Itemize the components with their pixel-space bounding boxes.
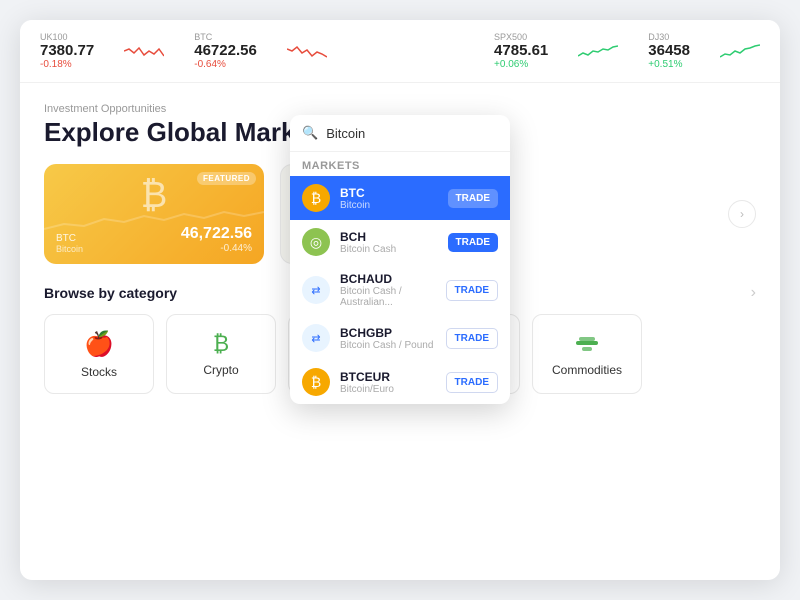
category-stocks[interactable]: 🍎 Stocks bbox=[44, 314, 154, 394]
btc-featured-badge: FEATURED bbox=[197, 172, 256, 185]
ticker-value-uk100: 7380.77 bbox=[40, 42, 94, 59]
bch-market-info: BCH Bitcoin Cash bbox=[340, 230, 438, 255]
ticker-label-spx: SPX500 bbox=[494, 32, 548, 42]
bchaud-market-subname: Bitcoin Cash / Australian... bbox=[340, 286, 436, 308]
ticker-item-spx: SPX500 4785.61 +0.06% bbox=[494, 32, 548, 70]
btceur-market-info: BTCEUR Bitcoin/Euro bbox=[340, 370, 436, 395]
btc-card-fullname: Bitcoin bbox=[56, 244, 83, 254]
ticker-item-btc: BTC 46722.56 -0.64% bbox=[194, 32, 257, 70]
bch-market-icon: ◎ bbox=[302, 228, 330, 256]
btc-card[interactable]: FEATURED ₿ BTC Bitcoin 46,722.56 -0.44% bbox=[44, 164, 264, 264]
ticker-change-dj30: +0.51% bbox=[648, 59, 690, 70]
btceur-market-name: BTCEUR bbox=[340, 370, 436, 384]
bchaud-market-info: BCHAUD Bitcoin Cash / Australian... bbox=[340, 272, 436, 308]
bchaud-market-name: BCHAUD bbox=[340, 272, 436, 286]
spx-chart bbox=[578, 41, 618, 61]
ticker-value-btc: 46722.56 bbox=[194, 42, 257, 59]
category-crypto[interactable]: ₿ Crypto bbox=[166, 314, 276, 394]
market-item-bchaud[interactable]: ⇄ BCHAUD Bitcoin Cash / Australian... TR… bbox=[290, 264, 510, 316]
btc-card-info: BTC Bitcoin bbox=[56, 233, 83, 254]
btc-trade-button[interactable]: TRADE bbox=[448, 189, 498, 208]
bchgbp-market-info: BCHGBP Bitcoin Cash / Pound bbox=[340, 326, 436, 351]
btc-market-name: BTC bbox=[340, 186, 438, 200]
app-container: UK100 7380.77 -0.18% BTC 46722.56 -0.64%… bbox=[20, 20, 780, 580]
ticker-change-spx: +0.06% bbox=[494, 59, 548, 70]
search-overlay: 🔍 ✕ Markets ₿ BTC Bitcoin TRADE ◎ BCH Bi… bbox=[290, 115, 510, 404]
ticker-item-dj30: DJ30 36458 +0.51% bbox=[648, 32, 690, 70]
ticker-item-uk100: UK100 7380.77 -0.18% bbox=[40, 32, 94, 70]
browse-title: Browse by category bbox=[44, 285, 177, 301]
search-bar: 🔍 ✕ bbox=[290, 115, 510, 152]
commodities-icon bbox=[574, 331, 600, 357]
commodities-label: Commodities bbox=[552, 363, 622, 377]
bchgbp-market-icon: ⇄ bbox=[302, 324, 330, 352]
ticker-label-dj30: DJ30 bbox=[648, 32, 690, 42]
bchaud-market-icon: ⇄ bbox=[302, 276, 330, 304]
stocks-icon: 🍎 bbox=[84, 330, 114, 359]
browse-arrow-icon[interactable]: › bbox=[751, 284, 756, 302]
market-item-btceur[interactable]: ₿ BTCEUR Bitcoin/Euro TRADE bbox=[290, 360, 510, 404]
bch-market-name: BCH bbox=[340, 230, 438, 244]
btc-chart bbox=[287, 41, 327, 61]
dj30-chart bbox=[720, 41, 760, 61]
bch-trade-button[interactable]: TRADE bbox=[448, 233, 498, 252]
cards-nav-arrow[interactable]: › bbox=[728, 164, 756, 264]
bchgbp-market-name: BCHGBP bbox=[340, 326, 436, 340]
bchgbp-trade-button[interactable]: TRADE bbox=[446, 328, 498, 349]
btc-sparkline bbox=[44, 204, 264, 234]
search-icon: 🔍 bbox=[302, 125, 318, 141]
ticker-value-spx: 4785.61 bbox=[494, 42, 548, 59]
btc-card-change: -0.44% bbox=[181, 243, 252, 254]
bch-market-subname: Bitcoin Cash bbox=[340, 244, 438, 255]
bchgbp-market-subname: Bitcoin Cash / Pound bbox=[340, 340, 436, 351]
btc-market-icon: ₿ bbox=[302, 184, 330, 212]
market-item-btc[interactable]: ₿ BTC Bitcoin TRADE bbox=[290, 176, 510, 220]
crypto-label: Crypto bbox=[203, 363, 238, 377]
ticker-change-btc: -0.64% bbox=[194, 59, 257, 70]
search-input[interactable] bbox=[326, 126, 502, 141]
ticker-label-btc: BTC bbox=[194, 32, 257, 42]
uk100-chart bbox=[124, 41, 164, 61]
btc-market-subname: Bitcoin bbox=[340, 200, 438, 211]
ticker-value-dj30: 36458 bbox=[648, 42, 690, 59]
bchaud-trade-button[interactable]: TRADE bbox=[446, 280, 498, 301]
crypto-icon: ₿ bbox=[213, 331, 229, 357]
btc-card-name: BTC bbox=[56, 233, 83, 244]
btceur-trade-button[interactable]: TRADE bbox=[446, 372, 498, 393]
btceur-market-icon: ₿ bbox=[302, 368, 330, 396]
category-commodities[interactable]: Commodities bbox=[532, 314, 642, 394]
markets-section-label: Markets bbox=[290, 152, 510, 176]
ticker-bar: UK100 7380.77 -0.18% BTC 46722.56 -0.64%… bbox=[20, 20, 780, 83]
ticker-change-uk100: -0.18% bbox=[40, 59, 94, 70]
cards-next-icon[interactable]: › bbox=[728, 200, 756, 228]
market-item-bch[interactable]: ◎ BCH Bitcoin Cash TRADE bbox=[290, 220, 510, 264]
btc-market-info: BTC Bitcoin bbox=[340, 186, 438, 211]
stocks-label: Stocks bbox=[81, 365, 117, 379]
market-item-bchgbp[interactable]: ⇄ BCHGBP Bitcoin Cash / Pound TRADE bbox=[290, 316, 510, 360]
section-label: Investment Opportunities bbox=[44, 103, 756, 115]
btceur-market-subname: Bitcoin/Euro bbox=[340, 384, 436, 395]
ticker-label-uk100: UK100 bbox=[40, 32, 94, 42]
